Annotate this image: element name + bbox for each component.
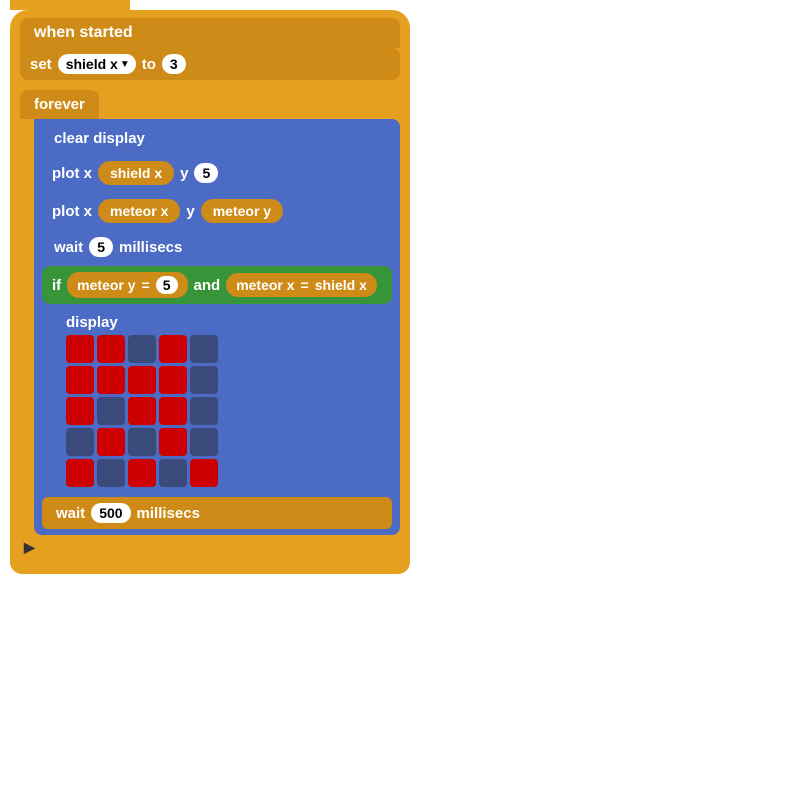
shield-x-label: shield x [110, 165, 162, 181]
plot-y1-label: y [180, 165, 188, 182]
meteor-y-eq-pill: meteor y = 5 [67, 272, 187, 298]
forever-inner: clear display plot x shield x y 5 plot x [34, 119, 400, 535]
shield-x-cond: shield x [315, 277, 367, 293]
cond-val1-pill[interactable]: 5 [156, 276, 178, 294]
when-started-block: when started [20, 18, 400, 48]
wait-500-block: wait 500 millisecs [42, 497, 392, 529]
pixel-1-1[interactable] [97, 366, 125, 394]
pixel-2-4[interactable] [190, 397, 218, 425]
hat-bump [10, 0, 130, 10]
forever-block: forever [20, 90, 99, 119]
forever-label: forever [34, 96, 85, 113]
plot-x2-label: plot x [52, 203, 92, 220]
pixel-grid [66, 335, 382, 487]
display-label: display [66, 314, 382, 331]
set-val: 3 [170, 56, 178, 72]
meteor-x-label: meteor x [110, 203, 168, 219]
main-wrapper: when started set shield x ▼ to 3 forever… [10, 10, 410, 574]
pixel-0-4[interactable] [190, 335, 218, 363]
plot-y2-label: y [186, 203, 194, 220]
wait-val: 5 [97, 239, 105, 255]
display-section: display [56, 308, 392, 493]
and-label: and [194, 277, 221, 294]
pixel-2-2[interactable] [128, 397, 156, 425]
wait-label: wait [54, 239, 83, 256]
if-label: if [52, 277, 61, 294]
dropdown-arrow-icon: ▼ [120, 59, 130, 70]
bottom-arrow-icon: ▶ [24, 539, 400, 556]
pixel-1-4[interactable] [190, 366, 218, 394]
pixel-0-0[interactable] [66, 335, 94, 363]
pixel-1-3[interactable] [159, 366, 187, 394]
pixel-2-1[interactable] [97, 397, 125, 425]
wait-val-pill[interactable]: 5 [89, 237, 113, 257]
set-block: set shield x ▼ to 3 [20, 48, 400, 80]
shield-x-dropdown[interactable]: shield x ▼ [58, 54, 136, 74]
set-label: set [30, 56, 52, 73]
eq1-label: = [142, 277, 150, 293]
meteor-y-cond: meteor y [77, 277, 135, 293]
meteor-x-pill: meteor x [98, 199, 180, 223]
meteor-x-eq-pill: meteor x = shield x [226, 273, 377, 297]
scratch-program: when started set shield x ▼ to 3 forever… [10, 10, 410, 574]
plot-y1-val[interactable]: 5 [194, 163, 218, 183]
shield-x-var: shield x [66, 56, 118, 72]
wait-unit: millisecs [119, 239, 182, 256]
pixel-4-4[interactable] [190, 459, 218, 487]
plot-x1-label: plot x [52, 165, 92, 182]
shield-x-pill: shield x [98, 161, 174, 185]
meteor-y-pill: meteor y [201, 199, 283, 223]
wait2-label: wait [56, 505, 85, 522]
plot-y1-num: 5 [202, 165, 210, 181]
pixel-0-2[interactable] [128, 335, 156, 363]
meteor-y-label: meteor y [213, 203, 271, 219]
clear-display-label: clear display [54, 130, 145, 147]
pixel-1-2[interactable] [128, 366, 156, 394]
pixel-4-3[interactable] [159, 459, 187, 487]
when-started-label: when started [34, 24, 133, 41]
set-val-pill[interactable]: 3 [162, 54, 186, 74]
pixel-3-3[interactable] [159, 428, 187, 456]
if-block: if meteor y = 5 and meteor x = shield x [42, 266, 392, 304]
pixel-3-2[interactable] [128, 428, 156, 456]
set-to-label: to [142, 56, 156, 73]
wait2-val-pill[interactable]: 500 [91, 503, 130, 523]
eq2-label: = [301, 277, 309, 293]
wait2-unit: millisecs [137, 505, 200, 522]
pixel-0-1[interactable] [97, 335, 125, 363]
wait2-val: 500 [99, 505, 122, 521]
meteor-x-cond: meteor x [236, 277, 294, 293]
pixel-4-0[interactable] [66, 459, 94, 487]
pixel-2-3[interactable] [159, 397, 187, 425]
pixel-1-0[interactable] [66, 366, 94, 394]
pixel-3-1[interactable] [97, 428, 125, 456]
cond-val1: 5 [163, 277, 171, 293]
clear-display-block: clear display [42, 125, 392, 152]
plot-shield-block: plot x shield x y 5 [42, 156, 392, 190]
pixel-4-1[interactable] [97, 459, 125, 487]
pixel-4-2[interactable] [128, 459, 156, 487]
pixel-3-0[interactable] [66, 428, 94, 456]
pixel-0-3[interactable] [159, 335, 187, 363]
pixel-3-4[interactable] [190, 428, 218, 456]
plot-meteor-block: plot x meteor x y meteor y [42, 194, 392, 228]
pixel-2-0[interactable] [66, 397, 94, 425]
wait-block: wait 5 millisecs [42, 232, 392, 262]
